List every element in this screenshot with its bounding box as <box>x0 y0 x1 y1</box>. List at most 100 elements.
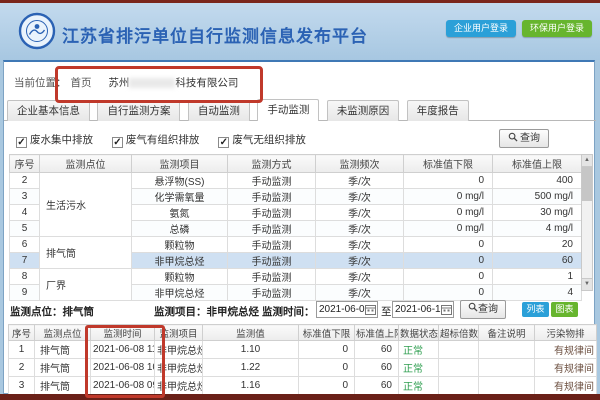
cell-upper-limit: 60 <box>355 359 399 377</box>
cell-item: 非甲烷总烃 <box>155 359 203 377</box>
cell-upper-limit: 60 <box>493 253 582 269</box>
cell-item: 颗粒物 <box>132 269 228 285</box>
col-header-time: 监测时间 <box>91 325 155 341</box>
scroll-up-icon[interactable]: ▲ <box>582 155 592 167</box>
breadcrumb-label: 当前位置： <box>14 77 67 89</box>
table-row[interactable]: 1 排气筒 2021-06-08 11 非甲烷总烃 1.10 0 60 正常 有… <box>9 341 597 359</box>
scrollbar-thumb[interactable] <box>582 167 592 201</box>
cell-value: 1.16 <box>203 377 299 395</box>
cell-item: 总磷 <box>132 221 228 237</box>
table-row[interactable]: 3 排气筒 2021-06-08 09 非甲烷总烃 1.16 0 60 正常 有… <box>9 377 597 395</box>
cell-time: 2021-06-08 10 <box>91 359 155 377</box>
cell-frequency: 季/次 <box>316 205 404 221</box>
tab-annual-report[interactable]: 年度报告 <box>407 100 469 121</box>
cell-method: 手动监测 <box>228 237 316 253</box>
item-label: 监测项目： <box>154 306 207 318</box>
cell-item: 非甲烷总烃 <box>155 377 203 395</box>
col-header-data-status: 数据状态 <box>399 325 439 341</box>
monitoring-plan-table: 序号 监测点位 监测项目 监测方式 监测频次 标准值下限 标准值上限 2 生活污… <box>9 154 582 301</box>
redacted-company-name <box>129 78 175 88</box>
col-header-upper-limit: 标准值上限 <box>493 155 582 173</box>
search-icon <box>468 302 478 312</box>
epb-login-button[interactable]: 环保用户登录 <box>522 20 592 37</box>
cell-point: 排气筒 <box>35 341 91 359</box>
detail-query-button[interactable]: 查询 <box>460 300 506 319</box>
tab-bar: 企业基本信息 自行监测方案 自动监测 手动监测 未监测原因 年度报告 <box>4 99 596 121</box>
list-view-button[interactable]: 列表 <box>522 302 549 317</box>
cell-no: 2 <box>9 359 35 377</box>
col-header-point: 监测点位 <box>40 155 132 173</box>
col-header-no: 序号 <box>10 155 40 173</box>
tab-no-monitoring-reason[interactable]: 未监测原因 <box>327 100 400 121</box>
checkbox-label: 废气有组织排放 <box>126 134 200 146</box>
cell-upper-limit: 4 <box>493 285 582 301</box>
detail-query-label: 查询 <box>478 304 498 315</box>
chart-view-button[interactable]: 图表 <box>551 302 578 317</box>
query-button-label: 查询 <box>520 133 540 144</box>
checkbox-unorganized-gas[interactable]: ✓废气无组织排放 <box>218 132 306 148</box>
checkbox-checked-icon[interactable]: ✓ <box>218 137 229 148</box>
cell-frequency: 季/次 <box>316 285 404 301</box>
cell-exceed-multiple <box>439 377 479 395</box>
cell-no: 3 <box>10 189 40 205</box>
tab-manual-monitoring[interactable]: 手动监测 <box>257 99 319 121</box>
checkbox-label: 废水集中排放 <box>30 134 93 146</box>
cell-frequency: 季/次 <box>316 269 404 285</box>
tab-auto-monitoring[interactable]: 自动监测 <box>188 100 250 121</box>
enterprise-login-button[interactable]: 企业用户登录 <box>446 20 516 37</box>
screen: 江苏省排污单位自行监测信息发布平台 企业用户登录 环保用户登录 当前位置：首页 … <box>0 0 600 400</box>
plan-table-header-row: 序号 监测点位 监测项目 监测方式 监测频次 标准值下限 标准值上限 <box>10 155 582 173</box>
status-badge: 正常 <box>399 377 439 395</box>
cell-value: 1.22 <box>203 359 299 377</box>
vertical-scrollbar[interactable]: ▲ ▼ <box>581 154 593 291</box>
table-row[interactable]: 8 厂界 颗粒物 手动监测 季/次 0 1 <box>10 269 582 285</box>
cell-frequency: 季/次 <box>316 189 404 205</box>
cell-remark <box>479 341 535 359</box>
tab-monitoring-plan[interactable]: 自行监测方案 <box>97 100 180 121</box>
site-header: 江苏省排污单位自行监测信息发布平台 企业用户登录 环保用户登录 <box>0 3 600 60</box>
cell-point: 排气筒 <box>35 377 91 395</box>
checkbox-checked-icon[interactable]: ✓ <box>112 137 123 148</box>
cell-lower-limit: 0 <box>299 359 355 377</box>
col-header-item: 监测项目 <box>155 325 203 341</box>
tab-enterprise-info[interactable]: 企业基本信息 <box>7 100 90 121</box>
table-row[interactable]: 6 排气筒 颗粒物 手动监测 季/次 0 20 <box>10 237 582 253</box>
cell-lower-limit: 0 mg/l <box>404 221 493 237</box>
breadcrumb-home-link[interactable]: 首页 <box>71 77 92 89</box>
cell-discharge: 有规律间 <box>535 341 597 359</box>
cell-discharge: 有规律间 <box>535 377 597 395</box>
table-row[interactable]: 2 生活污水 悬浮物(SS) 手动监测 季/次 0 400 <box>10 173 582 189</box>
cell-upper-limit: 20 <box>493 237 582 253</box>
date-to-input[interactable]: 2021-06-10 <box>392 301 454 318</box>
cell-no: 6 <box>10 237 40 253</box>
item-value: 非甲烷总烃 <box>207 306 260 318</box>
cell-frequency: 季/次 <box>316 253 404 269</box>
table-row[interactable]: 2 排气筒 2021-06-08 10 非甲烷总烃 1.22 0 60 正常 有… <box>9 359 597 377</box>
col-header-no: 序号 <box>9 325 35 341</box>
col-header-discharge: 污染物排 <box>535 325 597 341</box>
date-range-to-label: 至 <box>381 304 392 319</box>
cell-lower-limit: 0 mg/l <box>404 205 493 221</box>
cell-time: 2021-06-08 09 <box>91 377 155 395</box>
cell-point: 厂界 <box>40 269 132 301</box>
scroll-down-icon[interactable]: ▼ <box>582 278 592 290</box>
calendar-icon <box>365 304 376 315</box>
selected-item: 监测项目：非甲烷总烃 <box>154 304 259 319</box>
cell-method: 手动监测 <box>228 221 316 237</box>
col-header-frequency: 监测频次 <box>316 155 404 173</box>
cell-no: 7 <box>10 253 40 269</box>
cell-point: 排气筒 <box>40 237 132 269</box>
point-label: 监测点位： <box>10 306 63 318</box>
col-header-exceed-multiple: 超标倍数 <box>439 325 479 341</box>
checkbox-wastewater[interactable]: ✓废水集中排放 <box>16 132 93 148</box>
col-header-point: 监测点位 <box>35 325 91 341</box>
cell-item: 非甲烷总烃 <box>132 285 228 301</box>
checkbox-organized-gas[interactable]: ✓废气有组织排放 <box>112 132 200 148</box>
cell-lower-limit: 0 <box>299 377 355 395</box>
checkbox-checked-icon[interactable]: ✓ <box>16 137 27 148</box>
calendar-icon <box>441 304 452 315</box>
date-from-input[interactable]: 2021-06-07 <box>316 301 378 318</box>
cell-no: 5 <box>10 221 40 237</box>
company-name-suffix: 科技有限公司 <box>175 77 238 89</box>
query-button[interactable]: 查询 <box>499 129 549 148</box>
